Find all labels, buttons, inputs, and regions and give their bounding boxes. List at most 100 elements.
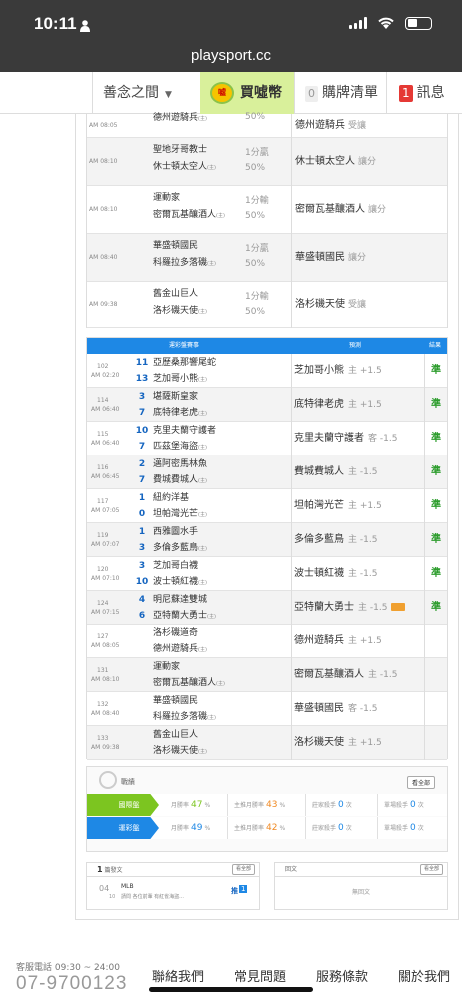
service-hours: 客服電話 09:30 ~ 24:00 <box>16 963 120 973</box>
scores: 13 <box>135 524 149 556</box>
team-name: 洛杉磯天使 <box>153 306 199 316</box>
table-row[interactable]: AM 08:10 聖地牙哥教士 休士頓太空人(主) 1分贏 50% 休士頓太空人 讓分 <box>87 138 447 186</box>
stats-cell-unit: % <box>204 802 211 809</box>
footer-link-contact[interactable]: 聯絡我們 <box>152 966 204 985</box>
prediction-team: 德州遊騎兵 <box>294 635 344 647</box>
teams: 聖地牙哥教士 休士頓太空人(主) <box>153 142 216 176</box>
team-home: 匹茲堡海盜 <box>153 441 199 452</box>
prediction: 亞特蘭大勇士主 -1.5 <box>291 590 425 625</box>
team-away: 邁阿密馬林魚 <box>153 459 208 470</box>
home-tag: (主) <box>216 681 225 688</box>
prediction-side: 主 +1.5 <box>348 737 382 748</box>
stats-cell-label: 主推月勝率 <box>234 825 265 832</box>
table-row[interactable]: AM 08:10 運動家 密爾瓦基釀酒人(主) 1分輸 50% 密爾瓦基釀酒人 讓分 <box>87 186 447 234</box>
prediction-side: 主 +1.5 <box>348 399 382 410</box>
table-row[interactable]: 117 AM 07:05 1 0 紐約洋基 坦帕灣光芒(主) 坦帕灣光芒主 +1.5 準 <box>87 489 447 524</box>
table-row[interactable]: AM 08:40 華盛頓國民 科羅拉多落磯(主) 1分贏 50% 華盛頓國民 讓分 <box>87 234 447 282</box>
table-row[interactable]: 114 AM 06:40 3 7 堪薩斯皇家 底特律老虎(主) 底特律老虎主 +1.5 準 <box>87 387 447 422</box>
message-button[interactable]: 1 訊息 <box>386 72 462 114</box>
table-row[interactable]: 127 AM 08:05 洛杉磯道奇 德州遊騎兵(主) 德州遊騎兵主 +1.5 <box>87 624 447 659</box>
stats-cell-label: 單場殺手 <box>384 825 409 832</box>
header-games: 運彩盤賽事 <box>169 342 200 349</box>
handicap-line: 1分贏 50% <box>245 146 269 176</box>
replies-panel: 回文 看全部 無回文 <box>274 862 448 910</box>
buy-coin-button[interactable]: 噓 買噓幣 <box>200 72 294 114</box>
stats-cell: 單場殺手 0 次 <box>377 817 424 839</box>
posts-view-all-button[interactable]: 看全部 <box>231 864 255 875</box>
stats-cell: 莊家殺手 0 次 <box>305 794 352 816</box>
stats-cell-unit: 次 <box>417 825 424 832</box>
table-row[interactable]: 120 AM 07:10 3 10 芝加哥白襪 波士頓紅襪(主) 波士頓紅襪主 -1.5 準 <box>87 556 447 591</box>
battery-icon <box>405 16 432 30</box>
team-away: 運動家 <box>153 662 181 673</box>
team-home: 多倫多藍鳥 <box>153 543 199 553</box>
stats-row-label[interactable]: 國際盤 <box>87 794 159 816</box>
game-id: 119 AM 07:07 <box>91 531 119 549</box>
table-row[interactable]: 102 AM 02:20 11 13 亞歷桑那響尾蛇 芝加哥小熊(主) 芝加哥小熊主 +1.… <box>87 354 447 388</box>
scores: 10 7 <box>135 423 149 455</box>
game-time: AM 08:05 <box>91 642 120 650</box>
status-bar: 10:11 playsport.cc <box>0 0 462 72</box>
table-row[interactable]: AM 08:05 德州遊騎兵(主) 50% 德州遊騎兵 受讓 <box>87 112 447 138</box>
user-menu[interactable]: 善念之間 ▼ <box>92 72 200 114</box>
stats-cell-value: 0 <box>410 823 416 833</box>
stats-cell-value: 0 <box>338 800 344 810</box>
post-item[interactable]: 04 10 MLB 請問 各位前輩 有紅雀海盜... 推 1 <box>87 878 259 910</box>
line-value: 50% <box>245 259 266 269</box>
table-row[interactable]: 119 AM 07:07 1 3 西雅圖水手 多倫多藍鳥(主) 多倫多藍鳥主 -1.5 準 <box>87 523 447 557</box>
footer-link-terms[interactable]: 服務條款 <box>316 966 368 985</box>
buy-coin-label: 買噓幣 <box>240 85 282 101</box>
footer-link-about[interactable]: 關於我們 <box>398 966 450 985</box>
table-row[interactable]: 124 AM 07:15 4 6 明尼蘇達雙城 亞特蘭大勇士(主) 亞特蘭大勇士主 -1.5… <box>87 590 447 625</box>
home-tag: (主) <box>207 613 216 620</box>
team-away: 亞歷桑那響尾蛇 <box>153 358 217 368</box>
international-predictions-table: AM 08:05 德州遊騎兵(主) 50% 德州遊騎兵 受讓 AM 08:10 聖地牙哥教士… <box>86 112 448 328</box>
stats-cell-unit: % <box>279 825 286 832</box>
teams: 舊金山巨人洛杉磯天使(主) <box>153 286 207 320</box>
team-away: 舊金山巨人 <box>153 729 199 740</box>
person-icon <box>80 17 90 32</box>
table-row[interactable]: 132 AM 08:40 華盛頓國民 科羅拉多落磯(主) 華盛頓國民客 -1.5 <box>87 692 447 726</box>
team-name: 德州遊騎兵 <box>153 113 199 123</box>
team-away: 克里夫蘭守護者 <box>153 425 217 436</box>
replies-header: 回文 看全部 <box>275 863 447 877</box>
prediction: 德州遊騎兵 受讓 <box>291 114 447 138</box>
game-number: 124 <box>97 599 109 607</box>
cart-button[interactable]: 0 購牌清單 <box>294 72 386 114</box>
game-time: AM 06:45 <box>91 473 120 481</box>
table-row[interactable]: 116 AM 06:45 2 7 邁阿密馬林魚 費城費城人(主) 費城費城人主 -1.5 準 <box>87 455 447 490</box>
line-value: 50% <box>245 307 266 317</box>
game-number: 114 <box>97 396 109 404</box>
table-row[interactable]: 131 AM 08:10 運動家 密爾瓦基釀酒人(主) 密爾瓦基釀酒人主 -1.5 <box>87 658 447 693</box>
team-home-line: 德州遊騎兵(主) <box>153 641 207 658</box>
team-home-line: 密爾瓦基釀酒人(主) <box>153 675 225 692</box>
game-time: AM 08:40 <box>89 254 118 261</box>
team-home: 密爾瓦基釀酒人 <box>153 678 217 689</box>
team-home: 費城費城人 <box>153 475 199 486</box>
post-text: 請問 各位前輩 有紅雀海盜... <box>121 894 184 900</box>
service-phone[interactable]: 07-9700123 <box>16 973 127 995</box>
prediction-side: 讓分 <box>348 253 367 263</box>
replies-view-all-button[interactable]: 看全部 <box>419 864 443 875</box>
footer-link-faq[interactable]: 常見問題 <box>234 966 286 985</box>
team-away: 紐約洋基 <box>153 493 190 504</box>
table-row[interactable]: 133 AM 09:38 舊金山巨人 洛杉磯天使(主) 洛杉磯天使主 +1.5 <box>87 725 447 760</box>
table-row[interactable]: 115 AM 06:40 10 7 克里夫蘭守護者 匹茲堡海盜(主) 克里夫蘭守護者客 -1… <box>87 421 447 456</box>
stats-row-label[interactable]: 運彩盤 <box>87 817 159 839</box>
game-time: AM 06:40 <box>91 439 120 447</box>
handicap-line: 50% <box>245 110 265 125</box>
scores: 11 13 <box>135 355 149 387</box>
game-id: 132 AM 08:40 <box>91 700 119 718</box>
team-name: 舊金山巨人 <box>153 289 199 299</box>
url-bar[interactable]: playsport.cc <box>0 47 462 64</box>
line-value: 1分輸 <box>245 292 269 302</box>
stats-cell-value: 0 <box>410 800 416 810</box>
table-row[interactable]: AM 09:38 舊金山巨人 洛杉磯天使(主) 1分輸 50% 洛杉磯天使 受讓 <box>87 282 447 328</box>
team-line: 舊金山巨人 <box>153 286 207 303</box>
prediction-team: 密爾瓦基釀酒人 <box>295 204 365 215</box>
score-away: 11 <box>135 358 149 368</box>
stats-view-all-button[interactable]: 看全部 <box>406 776 435 789</box>
game-time: AM 02:20 <box>91 372 120 379</box>
home-tag: (主) <box>198 309 207 315</box>
score-home: 7 <box>138 407 146 418</box>
